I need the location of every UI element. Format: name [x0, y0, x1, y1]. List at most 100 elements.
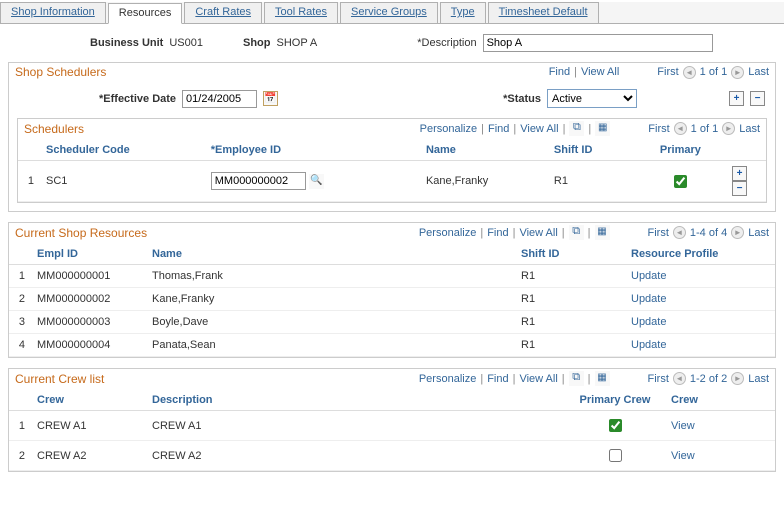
- update-link[interactable]: Update: [631, 316, 666, 328]
- name-cell: Boyle,Dave: [146, 311, 515, 334]
- shift-id-cell: R1: [515, 311, 625, 334]
- row-number: 1: [18, 161, 40, 202]
- crew-cell: CREW A2: [31, 441, 146, 471]
- zoom-icon[interactable]: ⧉: [569, 225, 584, 240]
- row-number: 1: [9, 411, 31, 441]
- update-link[interactable]: Update: [631, 339, 666, 351]
- col-employee-id[interactable]: *Employee ID: [205, 140, 420, 161]
- tab-tool-rates[interactable]: Tool Rates: [264, 2, 338, 23]
- prev-icon[interactable]: ◄: [673, 372, 686, 385]
- col-resource-profile[interactable]: Resource Profile: [625, 244, 775, 265]
- status-select[interactable]: Active: [547, 89, 637, 108]
- header-row: Business Unit US001 Shop SHOP A *Descrip…: [0, 24, 784, 62]
- view-link[interactable]: View: [671, 450, 695, 462]
- next-icon[interactable]: ►: [731, 226, 744, 239]
- prev-icon[interactable]: ◄: [674, 122, 687, 135]
- col-name[interactable]: Name: [146, 244, 515, 265]
- view-link[interactable]: View: [671, 420, 695, 432]
- zoom-icon[interactable]: ⧉: [569, 121, 584, 136]
- view-all-link[interactable]: View All: [519, 373, 557, 385]
- effective-date-label: *Effective Date: [99, 93, 176, 105]
- section-current-shop-resources: Current Shop Resources Personalize | Fin…: [8, 222, 776, 358]
- tab-service-groups[interactable]: Service Groups: [340, 2, 438, 23]
- first-label: First: [648, 123, 669, 135]
- table-row: 2MM000000002Kane,FrankyR1Update: [9, 288, 775, 311]
- prev-icon[interactable]: ◄: [673, 226, 686, 239]
- tab-timesheet-default[interactable]: Timesheet Default: [488, 2, 599, 23]
- last-label: Last: [748, 66, 769, 78]
- name-cell: Panata,Sean: [146, 334, 515, 357]
- find-link[interactable]: Find: [488, 123, 509, 135]
- delete-row-button[interactable]: −: [732, 181, 747, 196]
- update-link[interactable]: Update: [631, 293, 666, 305]
- calendar-icon[interactable]: 📅: [263, 91, 278, 106]
- employee-id-input[interactable]: [211, 172, 306, 190]
- personalize-link[interactable]: Personalize: [419, 373, 476, 385]
- last-label: Last: [748, 373, 769, 385]
- zoom-icon[interactable]: ⧉: [569, 371, 584, 386]
- find-link[interactable]: Find: [549, 66, 570, 78]
- name-cell: Kane,Franky: [146, 288, 515, 311]
- primary-crew-checkbox[interactable]: [609, 419, 622, 432]
- col-name[interactable]: Name: [420, 140, 548, 161]
- shop-schedulers-title: Shop Schedulers: [15, 65, 545, 79]
- col-empl-id[interactable]: Empl ID: [31, 244, 146, 265]
- prev-icon[interactable]: ◄: [683, 66, 696, 79]
- last-label: Last: [739, 123, 760, 135]
- download-icon[interactable]: ▦: [595, 371, 610, 386]
- col-primary[interactable]: Primary: [635, 140, 726, 161]
- empl-id-cell: MM000000002: [31, 288, 146, 311]
- shop-label: Shop: [243, 37, 271, 49]
- col-description[interactable]: Description: [146, 390, 565, 411]
- section-shop-schedulers: Shop Schedulers Find | View All First ◄ …: [8, 62, 776, 212]
- schedulers-grid: Schedulers Personalize | Find | View All…: [17, 118, 767, 203]
- section-current-crew-list: Current Crew list Personalize | Find | V…: [8, 368, 776, 472]
- shift-id-cell: R1: [515, 288, 625, 311]
- tab-type[interactable]: Type: [440, 2, 486, 23]
- next-icon[interactable]: ►: [731, 372, 744, 385]
- effective-date-input[interactable]: [182, 90, 257, 108]
- delete-row-button[interactable]: −: [750, 91, 765, 106]
- description-cell: CREW A2: [146, 441, 565, 471]
- find-link[interactable]: Find: [487, 373, 508, 385]
- col-scheduler-code[interactable]: Scheduler Code: [40, 140, 205, 161]
- table-row: 2CREW A2CREW A2View: [9, 441, 775, 471]
- crew-cell: CREW A1: [31, 411, 146, 441]
- next-icon[interactable]: ►: [722, 122, 735, 135]
- col-shift-id[interactable]: Shift ID: [548, 140, 635, 161]
- next-icon[interactable]: ►: [731, 66, 744, 79]
- download-icon[interactable]: ▦: [595, 121, 610, 136]
- view-all-link[interactable]: View All: [520, 123, 558, 135]
- schedulers-title: Schedulers: [24, 122, 416, 136]
- col-shift-id[interactable]: Shift ID: [515, 244, 625, 265]
- add-row-button[interactable]: +: [729, 91, 744, 106]
- col-crew[interactable]: Crew: [31, 390, 146, 411]
- tab-shop-information[interactable]: Shop Information: [0, 2, 106, 23]
- tab-resources[interactable]: Resources: [108, 3, 183, 24]
- col-crew-link[interactable]: Crew: [665, 390, 775, 411]
- description-label: *Description: [417, 37, 476, 49]
- lookup-icon[interactable]: 🔍: [309, 174, 324, 189]
- description-input[interactable]: [483, 34, 713, 52]
- row-number: 4: [9, 334, 31, 357]
- row-number: 3: [9, 311, 31, 334]
- col-primary-crew[interactable]: Primary Crew: [565, 390, 665, 411]
- page-info: 1-2 of 2: [690, 373, 727, 385]
- primary-checkbox[interactable]: [674, 175, 687, 188]
- tab-craft-rates[interactable]: Craft Rates: [184, 2, 262, 23]
- status-label: *Status: [503, 93, 541, 105]
- row-number: 2: [9, 441, 31, 471]
- table-row: 4MM000000004Panata,SeanR1Update: [9, 334, 775, 357]
- page-info: 1 of 1: [691, 123, 719, 135]
- primary-crew-checkbox[interactable]: [609, 449, 622, 462]
- personalize-link[interactable]: Personalize: [420, 123, 477, 135]
- first-label: First: [648, 227, 669, 239]
- update-link[interactable]: Update: [631, 270, 666, 282]
- page-info: 1-4 of 4: [690, 227, 727, 239]
- view-all-link[interactable]: View All: [519, 227, 557, 239]
- download-icon[interactable]: ▦: [595, 225, 610, 240]
- personalize-link[interactable]: Personalize: [419, 227, 476, 239]
- find-link[interactable]: Find: [487, 227, 508, 239]
- view-all-link[interactable]: View All: [581, 66, 619, 78]
- add-row-button[interactable]: +: [732, 166, 747, 181]
